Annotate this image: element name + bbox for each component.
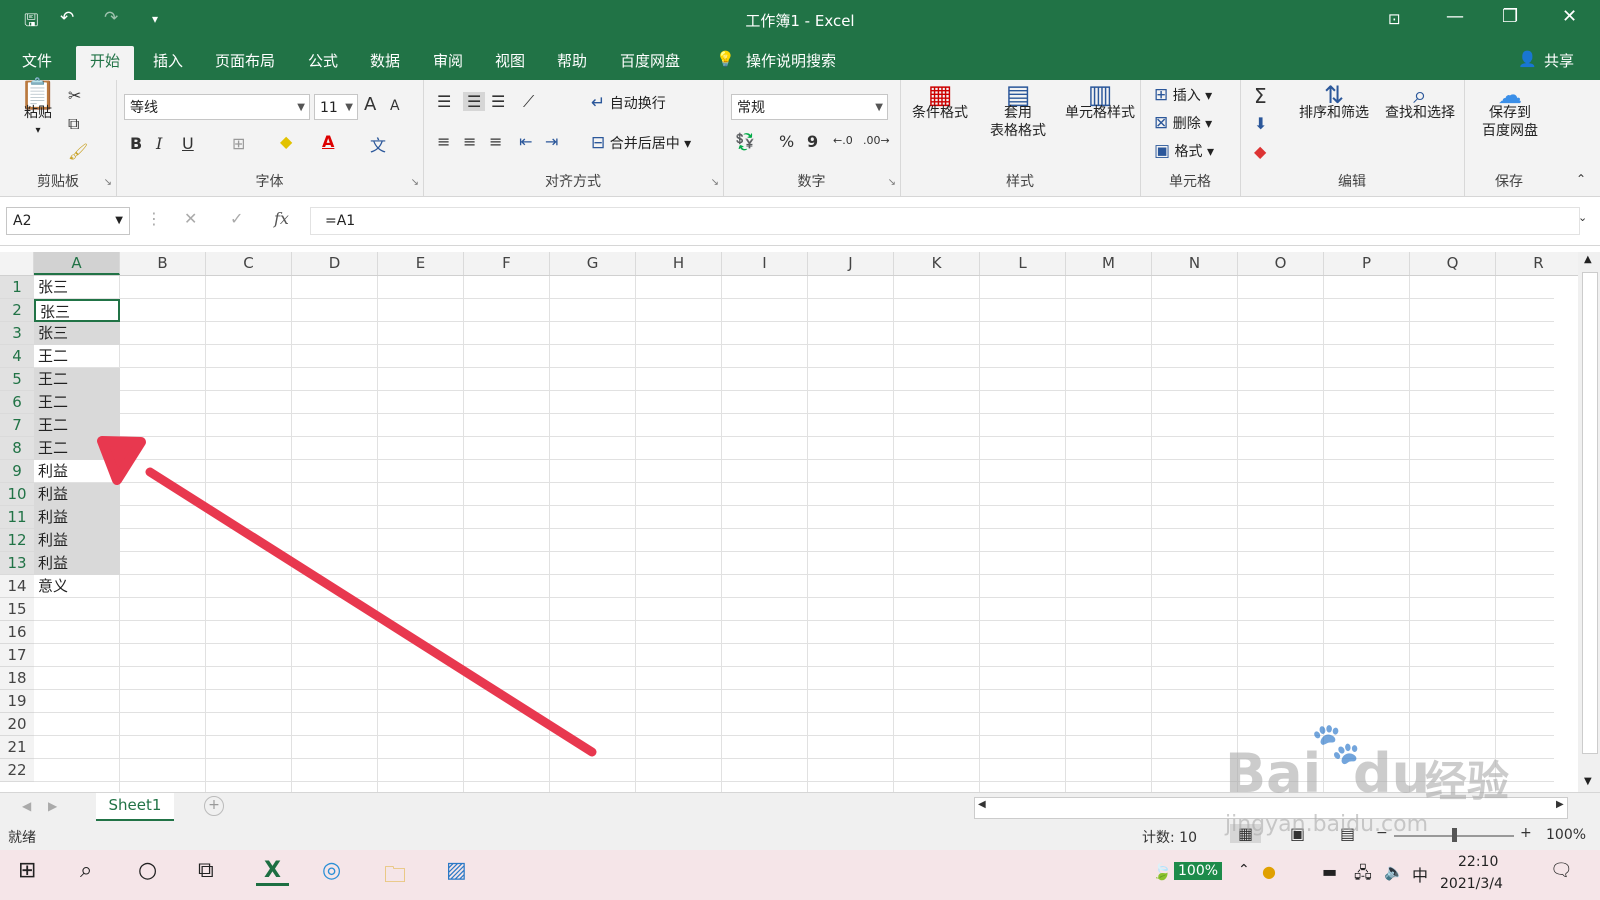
windows-start-icon[interactable]: ⊞ xyxy=(18,858,36,883)
file-explorer-icon[interactable]: 🗀 xyxy=(384,858,406,896)
sheet-tab-sheet1[interactable]: Sheet1 xyxy=(96,793,174,821)
zoom-level[interactable]: 100% xyxy=(1546,827,1586,843)
power-icon[interactable]: ▬ xyxy=(1322,862,1337,881)
watermark-text-du: du xyxy=(1353,742,1431,805)
leaf-icon: 🍃 xyxy=(1152,862,1172,881)
count-status: 计数: 10 xyxy=(1142,830,1197,846)
network-icon[interactable]: 🖧 xyxy=(1354,862,1372,889)
ime-indicator[interactable]: 中 xyxy=(1412,862,1428,886)
ready-status: 就绪 xyxy=(8,830,36,846)
add-sheet-button[interactable]: + xyxy=(204,796,224,816)
previous-sheet-icon[interactable]: ◀ xyxy=(22,799,31,813)
notification-icon[interactable]: 🗨 xyxy=(1550,860,1573,881)
edge-browser-icon[interactable]: ◎ xyxy=(322,858,341,883)
photos-app-icon[interactable]: ▨ xyxy=(446,858,467,883)
arrow-head xyxy=(97,436,146,485)
volume-icon[interactable]: 🔈 xyxy=(1384,862,1404,881)
scroll-right-icon[interactable]: ▶ xyxy=(1556,799,1564,810)
baidu-watermark: Bai 🐾 du 经验 jingyan.baidu.com xyxy=(1225,720,1525,840)
search-icon[interactable]: ⌕ xyxy=(80,858,92,883)
arrow-shaft xyxy=(145,467,597,757)
scroll-thumb[interactable] xyxy=(1582,272,1598,754)
watermark-text-jingyan: 经验 xyxy=(1425,757,1510,806)
next-sheet-icon[interactable]: ▶ xyxy=(48,799,57,813)
cortana-icon[interactable]: ○ xyxy=(138,858,157,883)
clock-date[interactable]: 2021/3/4 xyxy=(1440,876,1503,892)
task-view-icon[interactable]: ⧉ xyxy=(198,858,214,883)
clock-time[interactable]: 22:10 xyxy=(1458,854,1498,870)
battery-indicator[interactable]: 100% xyxy=(1174,862,1223,880)
scroll-up-icon[interactable]: ▲ xyxy=(1584,254,1592,265)
windows-taskbar: ⊞ ⌕ ○ ⧉ X ◎ 🗀 ▨ 🍃 100% ⌃ ● ▬ 🖧 🔈 中 22:10… xyxy=(0,850,1600,900)
vertical-scrollbar[interactable]: ▲ ▼ xyxy=(1578,252,1600,792)
excel-taskbar-icon[interactable]: X xyxy=(256,858,289,886)
scroll-left-icon[interactable]: ◀ xyxy=(978,799,986,810)
scroll-down-icon[interactable]: ▼ xyxy=(1584,776,1592,787)
watermark-url: jingyan.baidu.com xyxy=(1225,812,1429,837)
watermark-text-bai: Bai xyxy=(1225,742,1322,805)
tray-app-icon[interactable]: ● xyxy=(1262,862,1276,881)
tray-expand-icon[interactable]: ⌃ xyxy=(1238,862,1250,878)
